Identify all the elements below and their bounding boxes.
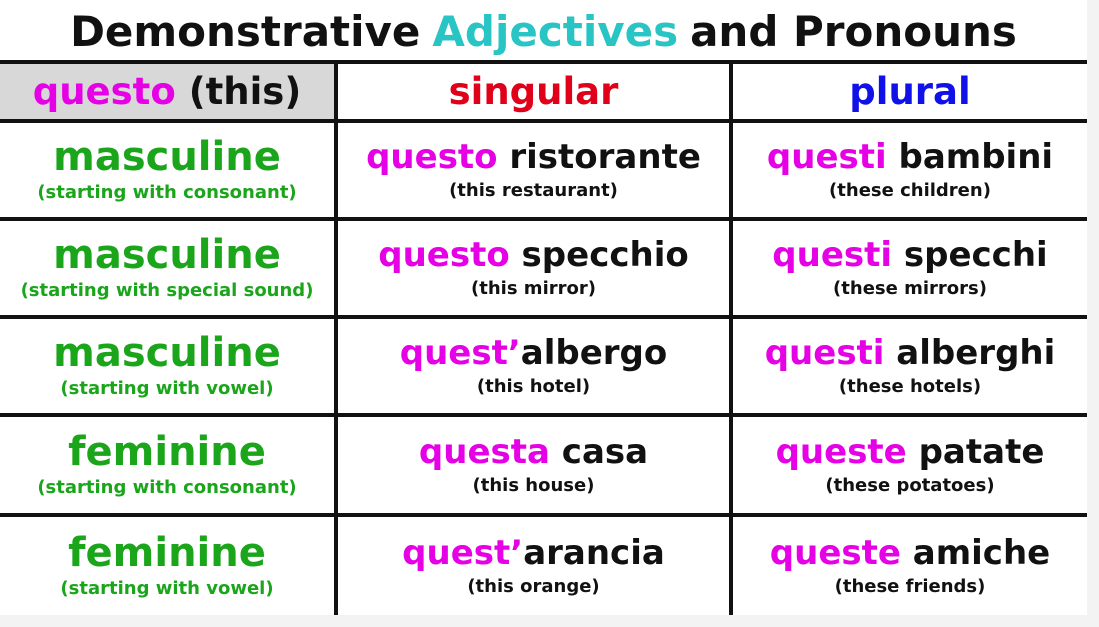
header-word: questo (32, 70, 176, 113)
plural-determiner: questi (764, 333, 885, 373)
plural-noun: specchi (892, 235, 1048, 275)
singular-determiner: questa (418, 432, 550, 472)
gender-label: feminine (68, 429, 266, 475)
slide: Demonstrative Adjectives and Pronouns qu… (0, 0, 1087, 615)
singular-noun: specchio (509, 235, 689, 275)
gender-label: feminine (68, 530, 266, 576)
plural-noun: alberghi (884, 333, 1056, 373)
singular-determiner: quest’ (402, 533, 524, 573)
singular-gloss: (this hotel) (476, 376, 591, 397)
plural-gloss: (these friends) (834, 576, 986, 597)
plural-noun: patate (906, 432, 1045, 472)
header-plural-cell: plural (733, 60, 1087, 123)
singular-cell: quest’albergo (this hotel) (338, 319, 733, 417)
gender-label: masculine (53, 330, 281, 376)
gender-label: masculine (53, 232, 281, 278)
page-title: Demonstrative Adjectives and Pronouns (0, 0, 1087, 62)
singular-noun: albergo (520, 333, 668, 373)
plural-gloss: (these potatoes) (825, 475, 995, 496)
header-singular-cell: singular (338, 60, 733, 123)
singular-gloss: (this orange) (467, 576, 600, 597)
plural-noun: bambini (886, 137, 1054, 177)
plural-determiner: questi (772, 235, 893, 275)
singular-cell: questo ristorante (this restaurant) (338, 123, 733, 221)
plural-cell: questi specchi (these mirrors) (733, 221, 1087, 319)
plural-cell: questi alberghi (these hotels) (733, 319, 1087, 417)
header-plural: plural (849, 70, 971, 113)
singular-gloss: (this house) (472, 475, 595, 496)
gender-note: (starting with vowel) (60, 378, 274, 399)
plural-noun: amiche (900, 533, 1051, 573)
header-gloss: (this) (188, 70, 302, 113)
singular-cell: quest’arancia (this orange) (338, 517, 733, 615)
singular-determiner: quest’ (399, 333, 521, 373)
row-gender-cell: feminine (starting with vowel) (0, 517, 338, 615)
singular-noun: casa (549, 432, 649, 472)
plural-cell: questi bambini (these children) (733, 123, 1087, 221)
row-gender-cell: masculine (starting with vowel) (0, 319, 338, 417)
demonstrative-table: questo (this) singular plural masculine … (0, 60, 1087, 615)
title-part1: Demonstrative (70, 6, 421, 56)
gender-label: masculine (53, 134, 281, 180)
plural-determiner: queste (769, 533, 901, 573)
title-part2: and Pronouns (690, 6, 1017, 56)
plural-gloss: (these mirrors) (833, 278, 987, 299)
row-gender-cell: masculine (starting with special sound) (0, 221, 338, 319)
singular-cell: questa casa (this house) (338, 417, 733, 517)
gender-note: (starting with special sound) (20, 280, 314, 301)
row-gender-cell: feminine (starting with consonant) (0, 417, 338, 517)
plural-determiner: questi (766, 137, 887, 177)
singular-determiner: questo (378, 235, 510, 275)
singular-noun: ristorante (497, 137, 701, 177)
singular-cell: questo specchio (this mirror) (338, 221, 733, 319)
title-accent: Adjectives (432, 6, 679, 56)
plural-gloss: (these hotels) (838, 376, 982, 397)
singular-determiner: questo (366, 137, 498, 177)
plural-cell: queste amiche (these friends) (733, 517, 1087, 615)
plural-cell: queste patate (these potatoes) (733, 417, 1087, 517)
row-gender-cell: masculine (starting with consonant) (0, 123, 338, 221)
singular-gloss: (this restaurant) (449, 180, 618, 201)
plural-gloss: (these children) (829, 180, 991, 201)
gender-note: (starting with consonant) (37, 477, 297, 498)
singular-noun: arancia (523, 533, 665, 573)
header-singular: singular (448, 70, 619, 113)
singular-gloss: (this mirror) (471, 278, 596, 299)
header-questo-cell: questo (this) (0, 60, 338, 123)
gender-note: (starting with consonant) (37, 182, 297, 203)
gender-note: (starting with vowel) (60, 578, 274, 599)
plural-determiner: queste (775, 432, 907, 472)
